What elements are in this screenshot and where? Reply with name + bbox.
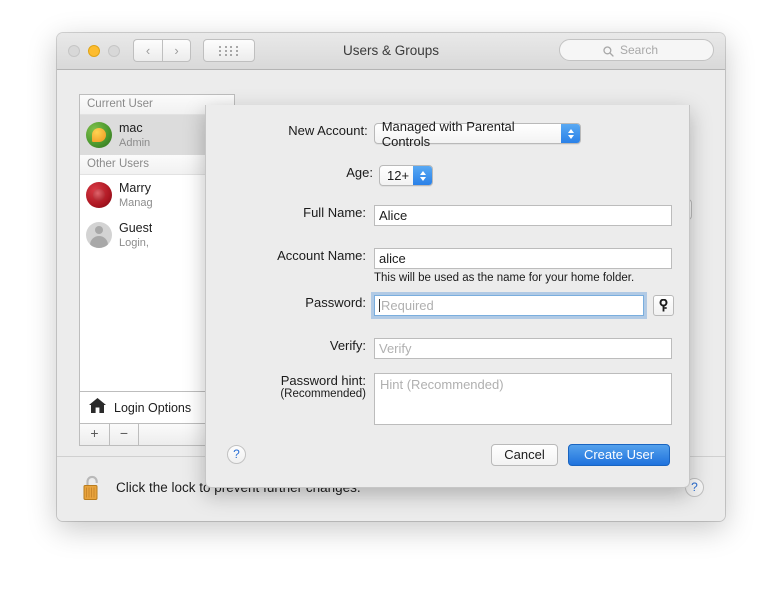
password-label: Password: (305, 295, 366, 310)
age-label: Age: (346, 165, 373, 180)
user-role: Admin (119, 136, 151, 149)
avatar (86, 182, 112, 208)
unlocked-padlock-icon[interactable] (81, 474, 105, 502)
password-placeholder: Required (381, 298, 434, 313)
password-assistant-button[interactable] (653, 295, 674, 316)
window-titlebar: ‹ › Users & Groups Search (57, 33, 725, 70)
new-account-sheet: New Account: Managed with Parental Contr… (205, 105, 690, 488)
system-preferences-window: ‹ › Users & Groups Search Current User m… (57, 33, 725, 521)
search-icon (603, 44, 614, 62)
user-info: Marry Manag (119, 181, 153, 210)
full-name-row: Full Name: Alice (206, 205, 676, 226)
account-name-input[interactable]: alice (374, 248, 672, 269)
remove-user-button[interactable]: − (109, 424, 139, 446)
new-account-value: Managed with Parental Controls (381, 118, 515, 149)
age-value: 12+ (387, 168, 410, 183)
account-name-helper-text: This will be used as the name for your h… (374, 272, 635, 284)
user-info: Guest Login, (119, 221, 152, 250)
password-hint-row: Password hint: (Recommended) Hint (Recom… (206, 373, 676, 425)
age-row: Age: 12+ (206, 165, 436, 186)
full-name-label: Full Name: (303, 205, 366, 220)
verify-label: Verify: (329, 338, 366, 353)
password-hint-input[interactable]: Hint (Recommended) (374, 373, 672, 425)
verify-input[interactable]: Verify (374, 338, 672, 359)
full-name-input[interactable]: Alice (374, 205, 672, 226)
search-placeholder: Search (620, 43, 659, 57)
avatar (86, 222, 112, 248)
password-hint-label: Password hint: (280, 373, 366, 388)
account-name-row: Account Name: alice (206, 248, 676, 269)
search-input[interactable]: Search (559, 39, 714, 61)
create-user-button[interactable]: Create User (568, 444, 670, 466)
user-name: mac (119, 120, 143, 135)
chevron-up-down-icon (413, 166, 432, 185)
user-info: mac Admin (119, 121, 150, 150)
user-role: Manag (119, 196, 153, 209)
text-caret (379, 299, 380, 312)
user-name: Marry (119, 180, 151, 195)
password-hint-label-group: Password hint: (Recommended) (206, 373, 366, 400)
password-hint-sublabel: (Recommended) (280, 388, 366, 400)
user-role: Login, (119, 236, 149, 249)
avatar (86, 122, 112, 148)
chevron-up-down-icon (561, 124, 580, 143)
age-select[interactable]: 12+ (379, 165, 433, 186)
verify-row: Verify: Verify (206, 338, 676, 359)
new-account-row: New Account: Managed with Parental Contr… (206, 119, 581, 149)
home-icon (88, 397, 107, 419)
key-icon (659, 299, 668, 312)
sheet-help-button[interactable]: ? (227, 445, 246, 464)
password-input[interactable]: Required (374, 295, 644, 316)
account-name-label: Account Name: (277, 248, 366, 263)
sidebar-item-label: Login Options (114, 400, 192, 415)
password-row: Password: Required (206, 295, 676, 316)
new-account-select[interactable]: Managed with Parental Controls (373, 119, 581, 149)
user-name: Guest (119, 220, 153, 235)
new-account-label: New Account: (288, 123, 368, 138)
cancel-button[interactable]: Cancel (491, 444, 558, 466)
add-user-button[interactable]: + (79, 424, 109, 446)
